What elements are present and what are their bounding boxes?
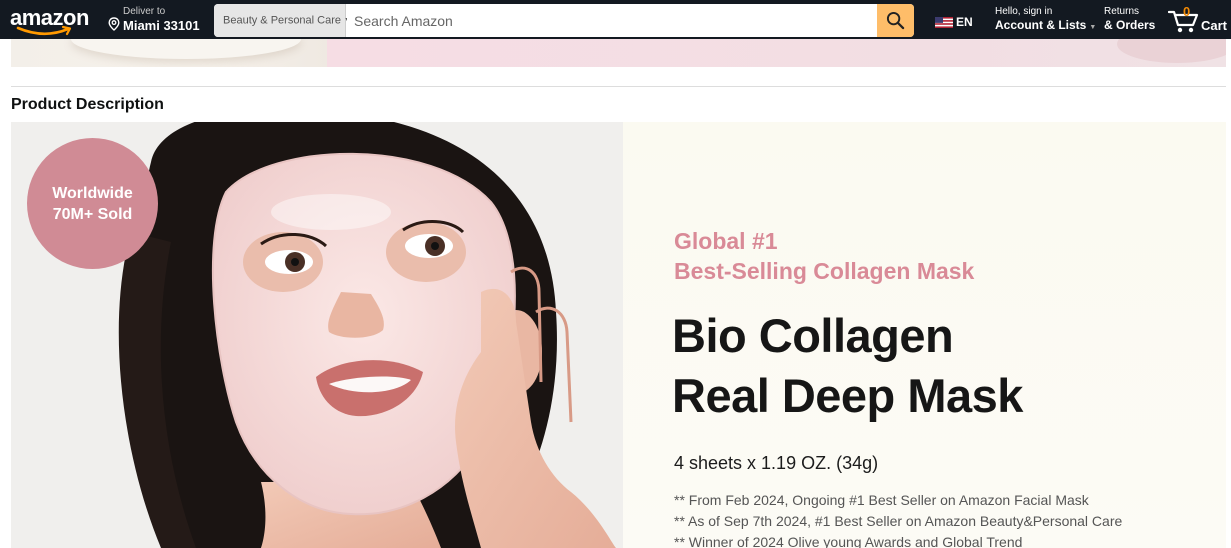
- logo-smile-icon: [16, 25, 72, 36]
- section-divider: [11, 86, 1226, 87]
- deliver-location: Miami 33101: [123, 18, 200, 33]
- returns-orders-button[interactable]: Returns & Orders: [1104, 6, 1155, 32]
- product-copy-panel: Global #1 Best-Selling Collagen Mask Bio…: [623, 122, 1226, 548]
- us-flag-icon: [935, 17, 953, 28]
- account-lists-button[interactable]: Hello, sign in Account & Lists ▼: [995, 6, 1096, 32]
- search-category-label: Beauty & Personal Care: [223, 14, 342, 27]
- badge-line-1: Worldwide: [52, 184, 133, 202]
- cart-label: Cart: [1201, 18, 1228, 33]
- banner-image-right: [327, 39, 1226, 67]
- footnote: ** From Feb 2024, Ongoing #1 Best Seller…: [674, 492, 1089, 508]
- account-label: Account & Lists: [995, 18, 1087, 32]
- orders-label: & Orders: [1104, 18, 1156, 32]
- tagline-line-2: Best-Selling Collagen Mask: [674, 258, 975, 284]
- amazon-logo[interactable]: amazon: [10, 3, 94, 37]
- banner-image-left: [11, 39, 327, 67]
- search-icon: [886, 11, 905, 30]
- location-pin-icon: [108, 17, 120, 31]
- product-description-image: Worldwide 70M+ Sold Global #1 Best-Selli…: [11, 122, 1226, 548]
- section-title: Product Description: [11, 96, 164, 113]
- footnote: ** As of Sep 7th 2024, #1 Best Seller on…: [674, 513, 1123, 529]
- promo-banner-strip: [11, 39, 1226, 67]
- search-category-dropdown[interactable]: Beauty & Personal Care▼: [214, 4, 351, 37]
- cart-count: 0: [1183, 4, 1191, 19]
- footnote: ** Winner of 2024 Olive young Awards and…: [674, 534, 1023, 548]
- search-button[interactable]: [877, 4, 914, 37]
- account-greeting: Hello, sign in: [995, 6, 1053, 17]
- search-input[interactable]: [347, 4, 877, 37]
- search-bar: Beauty & Personal Care▼: [214, 4, 914, 37]
- product-size: 4 sheets x 1.19 OZ. (34g): [674, 453, 879, 473]
- badge-line-2: 70M+ Sold: [52, 205, 133, 223]
- product-title-line-1: Bio Collagen: [672, 309, 954, 362]
- top-nav-bar: amazon Deliver to Miami 33101 Beauty & P…: [0, 0, 1231, 39]
- model-photo: Worldwide 70M+ Sold: [11, 122, 623, 548]
- returns-label: Returns: [1104, 6, 1140, 17]
- cart-button[interactable]: 0 Cart: [1168, 4, 1228, 36]
- tagline-line-1: Global #1: [674, 228, 778, 254]
- chevron-down-icon: ▼: [1089, 24, 1097, 31]
- sales-badge: Worldwide 70M+ Sold: [27, 138, 158, 269]
- deliver-to-label: Deliver to: [123, 6, 166, 17]
- language-label: EN: [956, 15, 973, 29]
- product-title-line-2: Real Deep Mask: [672, 369, 1023, 422]
